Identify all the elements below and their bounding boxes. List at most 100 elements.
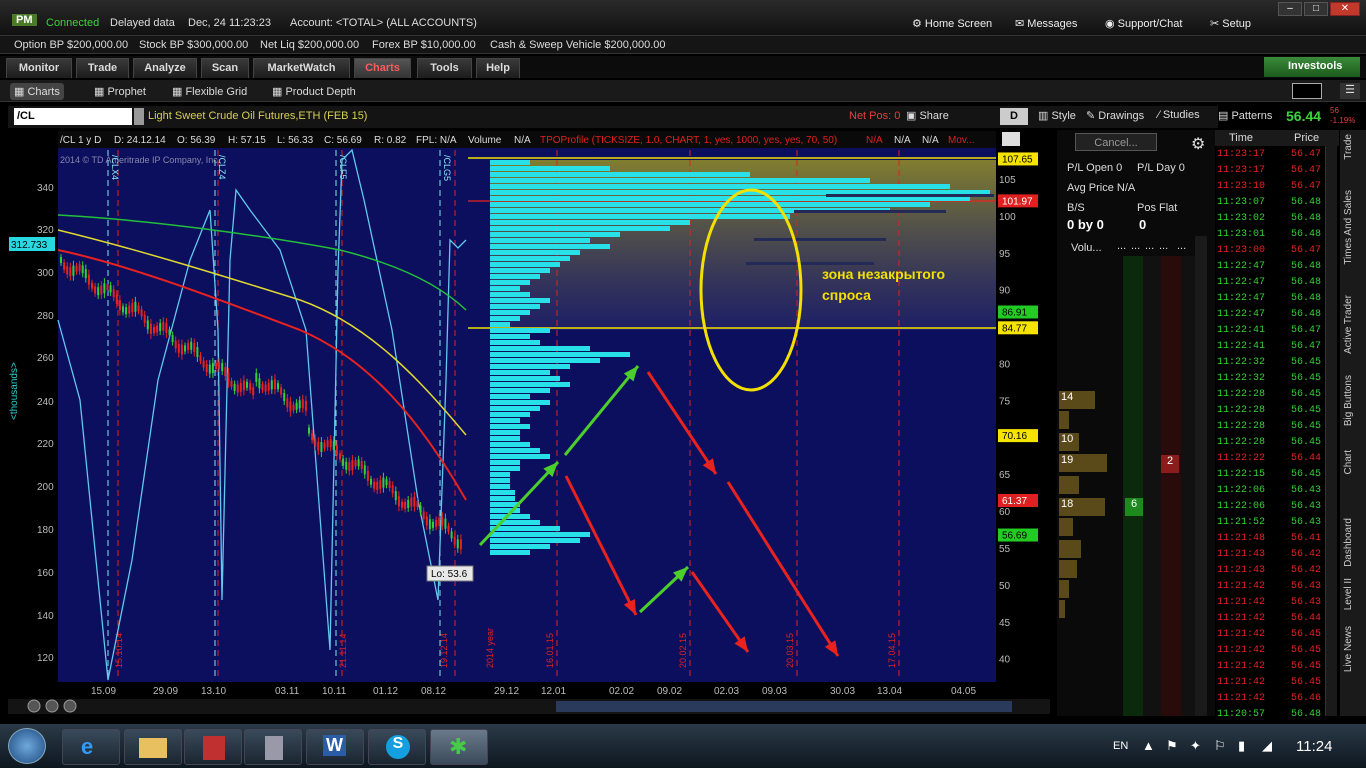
zoom-out-icon[interactable] (45, 699, 59, 713)
side-tab-chart[interactable]: Chart (1343, 450, 1354, 474)
setup-button[interactable]: ✂ Setup (1210, 17, 1251, 30)
subtab-charts[interactable]: ▦ Charts (10, 83, 64, 100)
symbol-toolbar: /CL Light Sweet Crude Oil Futures,ETH (F… (8, 106, 1218, 128)
tab-scan[interactable]: Scan (201, 58, 249, 78)
word-icon[interactable]: W (306, 729, 364, 765)
contract-label: /CLG5 (442, 155, 452, 181)
drawings-button[interactable]: ✎ Drawings (1086, 109, 1144, 122)
ts-row: 11:22:47 56.48 (1217, 261, 1322, 272)
header-c: C: 56.69 (324, 135, 362, 146)
support-chat-button[interactable]: ◉ Support/Chat (1105, 17, 1182, 30)
tray-arrow-icon[interactable]: ▲ (1142, 738, 1155, 753)
studies-button[interactable]: ∕ Studies (1158, 109, 1200, 121)
messages-button[interactable]: ✉ Messages (1015, 17, 1077, 30)
ladder-scrollbar[interactable] (1195, 236, 1207, 716)
tray-network-icon[interactable]: ⚑ (1166, 738, 1178, 754)
ts-scrollbar[interactable] (1325, 146, 1337, 716)
layout-selector[interactable] (1292, 83, 1322, 99)
subtab-prophet[interactable]: ▦ Prophet (90, 83, 150, 100)
tab-trade[interactable]: Trade (76, 58, 129, 78)
left-y-tick: 220 (37, 439, 54, 450)
symbol-dropdown-icon[interactable] (134, 108, 144, 125)
ts-header-time: Time (1229, 132, 1254, 144)
tray-battery-icon[interactable]: ▮ (1238, 738, 1245, 754)
left-y-title: <thousands> (9, 362, 20, 420)
ladder-bid-cell[interactable]: 6 (1125, 498, 1143, 516)
side-tab-times-and-sales[interactable]: Times And Sales (1343, 190, 1354, 265)
side-tab-trade[interactable]: Trade (1343, 134, 1354, 160)
x-tick: 13.04 (877, 686, 902, 697)
home-screen-button[interactable]: ⚙ Home Screen (912, 17, 992, 30)
chart-area[interactable]: /CL 1 y D D: 24.12.14 O: 56.39 H: 57.15 L: 5… (8, 130, 1050, 716)
minimize-button[interactable]: – (1278, 2, 1302, 16)
calculator-icon[interactable] (244, 729, 302, 765)
ladder-ask-cell[interactable]: 2 (1161, 455, 1179, 473)
ts-row: 11:23:17 56.47 (1217, 149, 1322, 160)
x-tick: 30.03 (830, 686, 855, 697)
tray-app-icon[interactable]: ✦ (1190, 738, 1201, 754)
tray-signal-icon[interactable]: ◢ (1262, 738, 1272, 754)
header-r: R: 0.82 (374, 135, 407, 146)
net-position: Net Pos: 0 (849, 110, 901, 122)
expiry-label: 21.11.14 (338, 634, 348, 668)
left-y-tick: 340 (37, 183, 54, 194)
internet-explorer-icon[interactable]: e (62, 729, 120, 765)
price-badge-text: 56.69 (1002, 531, 1027, 542)
side-tab-dashboard[interactable]: Dashboard (1343, 518, 1354, 567)
maximize-button[interactable]: □ (1304, 2, 1328, 16)
x-tick: 10.11 (322, 686, 347, 697)
tab-analyze[interactable]: Analyze (133, 58, 197, 78)
side-tab-level-ii[interactable]: Level II (1343, 578, 1354, 610)
side-tab-big-buttons[interactable]: Big Buttons (1343, 375, 1354, 426)
platform-badge: PM (12, 14, 37, 26)
menu-icon[interactable]: ☰ (1340, 83, 1360, 99)
investools-button[interactable]: Investools (1264, 57, 1360, 77)
ts-row: 11:22:41 56.47 (1217, 341, 1322, 352)
tab-monitor[interactable]: Monitor (6, 58, 72, 78)
gear-icon[interactable]: ⚙ (1191, 134, 1205, 154)
account-selector[interactable]: Account: <TOTAL> (ALL ACCOUNTS) (290, 17, 477, 29)
patterns-button[interactable]: ▤ Patterns (1218, 109, 1272, 122)
price-ladder[interactable]: 14 10 19 18 6 2 (1057, 256, 1197, 716)
tab-help[interactable]: Help (476, 58, 520, 78)
chart-settings-icon[interactable] (1002, 132, 1020, 146)
depth-icon: ▦ (272, 86, 286, 98)
cancel-button[interactable]: Cancel... (1075, 133, 1157, 151)
symbol-input[interactable]: /CL (14, 108, 132, 125)
tray-flag-icon[interactable]: ⚐ (1214, 738, 1226, 754)
side-tab-live-news[interactable]: Live News (1343, 626, 1354, 672)
zoom-in-icon[interactable] (27, 699, 41, 713)
app-icon[interactable] (184, 729, 242, 765)
tab-tools[interactable]: Tools (417, 58, 472, 78)
tab-charts[interactable]: Charts (354, 58, 411, 78)
close-button[interactable]: ✕ (1330, 2, 1360, 16)
price-chart-svg[interactable]: /CL 1 y D D: 24.12.14 O: 56.39 H: 57.15 L: 5… (8, 130, 1050, 716)
language-indicator[interactable]: EN (1113, 740, 1128, 752)
ts-row: 11:21:42 56.45 (1217, 661, 1322, 672)
aggregation-d-button[interactable]: D (1000, 108, 1028, 125)
scrollbar-thumb[interactable] (556, 701, 1012, 712)
share-button[interactable]: ▣ Share (906, 109, 949, 122)
file-explorer-icon[interactable] (124, 729, 182, 765)
ts-header-price: Price (1294, 132, 1320, 144)
x-tick: 13.10 (201, 686, 226, 697)
thinkorswim-icon[interactable]: ✱ (430, 729, 488, 765)
pos-flat-value: 0 (1139, 217, 1147, 232)
time-and-sales-panel: Time Price 11:23:17 56.47 11:23:17 56.47 11:23… (1215, 130, 1339, 720)
left-y-tick: 320 (37, 225, 54, 236)
tray-clock[interactable]: 11:24 (1296, 738, 1332, 755)
ts-row: 11:21:42 56.43 (1217, 597, 1322, 608)
x-tick: 01.12 (373, 686, 398, 697)
skype-icon[interactable]: S (368, 729, 426, 765)
subtab-flexible-grid[interactable]: ▦ Flexible Grid (168, 83, 251, 100)
expiry-label: 2014 year (485, 628, 495, 668)
header-l: L: 56.33 (277, 135, 314, 146)
ts-row: 11:21:43 56.42 (1217, 565, 1322, 576)
tab-marketwatch[interactable]: MarketWatch (253, 58, 350, 78)
start-button-icon[interactable] (8, 728, 46, 764)
subtab-product-depth[interactable]: ▦ Product Depth (268, 83, 360, 100)
header-tpo: TPOProfile (TICKSIZE, 1.0, CHART, 1, yes… (540, 135, 837, 146)
side-tab-active-trader[interactable]: Active Trader (1343, 295, 1354, 354)
style-button[interactable]: ▥ Style (1038, 109, 1076, 122)
cursor-icon[interactable] (63, 699, 77, 713)
